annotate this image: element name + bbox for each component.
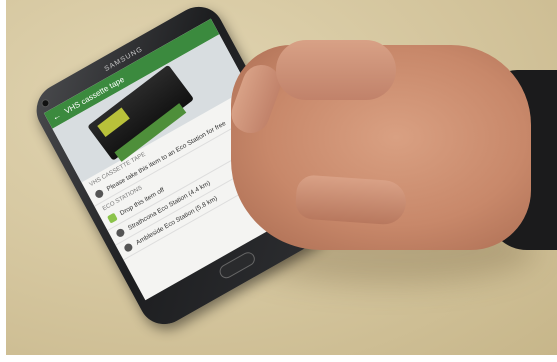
car-icon bbox=[93, 188, 105, 200]
thumb bbox=[294, 174, 408, 226]
location-dot-icon bbox=[122, 242, 134, 254]
eco-station-icon bbox=[106, 212, 118, 224]
knuckle bbox=[276, 40, 396, 100]
back-arrow-icon[interactable]: ← bbox=[50, 110, 63, 123]
location-dot-icon bbox=[114, 227, 126, 239]
photo: SAMSUNG ← VHS cassette tape VHS CASSETTE… bbox=[6, 0, 557, 355]
